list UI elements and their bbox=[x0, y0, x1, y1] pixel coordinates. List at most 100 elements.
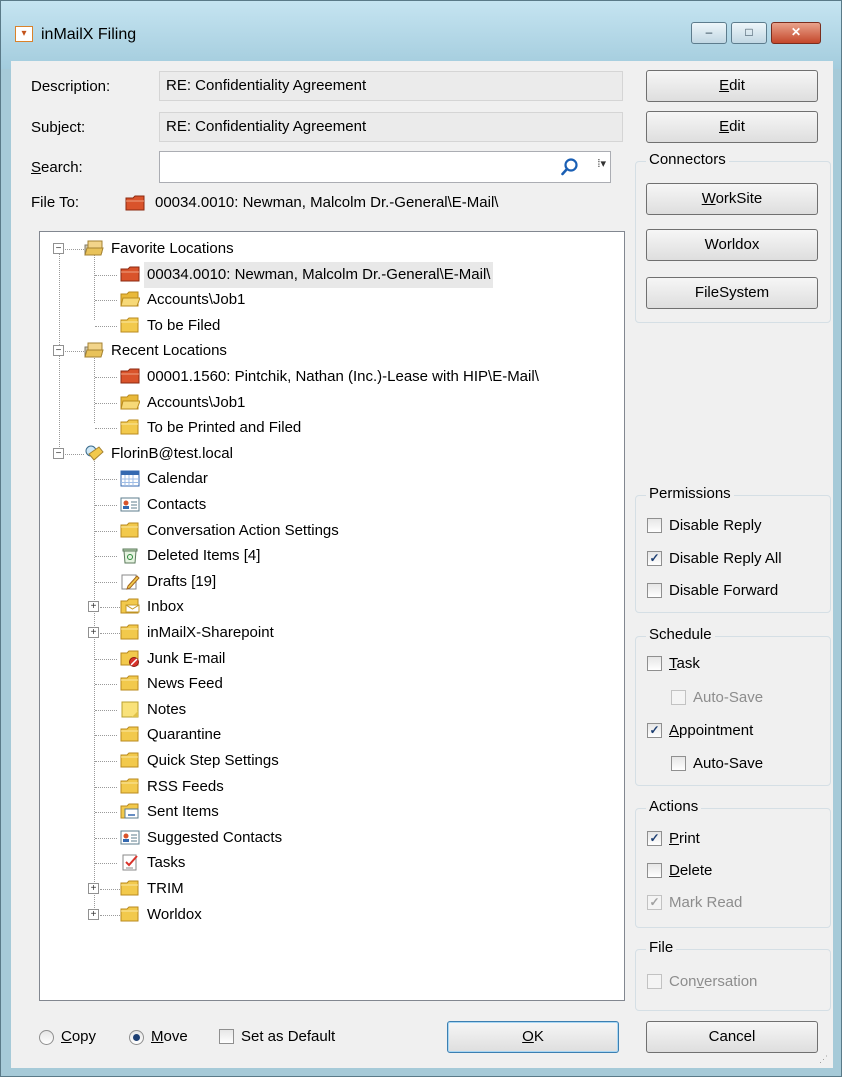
tree-item-inmailx-sharepoint[interactable]: + inMailX-Sharepoint bbox=[40, 620, 620, 646]
tree-item-label: 00034.0010: Newman, Malcolm Dr.-General\… bbox=[144, 261, 494, 288]
tree-item-suggested-contacts[interactable]: Suggested Contacts bbox=[40, 825, 620, 851]
folder-icon bbox=[120, 906, 139, 922]
print-mnemonic: P bbox=[669, 830, 680, 847]
set-as-default-box[interactable] bbox=[219, 1029, 234, 1044]
tree-item-drafts-19[interactable]: Drafts [19] bbox=[40, 569, 620, 595]
cancel-button[interactable]: Cancel bbox=[646, 1021, 818, 1053]
tree-item-junk-e-mail[interactable]: Junk E-mail bbox=[40, 646, 620, 672]
tree-item-to-be-filed[interactable]: To be Filed bbox=[40, 313, 620, 339]
search-options-icon[interactable]: ⁞▾ bbox=[597, 157, 606, 170]
edit-description-button[interactable]: Edit bbox=[646, 70, 818, 102]
maximize-button[interactable]: □ bbox=[731, 22, 767, 44]
conversation-label-pre: Con bbox=[669, 973, 697, 990]
tree-item-label: FlorinB@test.local bbox=[111, 444, 233, 462]
search-input[interactable] bbox=[164, 153, 564, 181]
tree-item-conversation-action-settings[interactable]: Conversation Action Settings bbox=[40, 518, 620, 544]
tree-line bbox=[95, 684, 117, 686]
tree-item-label: Contacts bbox=[147, 496, 207, 513]
search-label: Search: bbox=[31, 159, 83, 176]
folder-tree[interactable]: − Favorite Locations 00034.0010: Newman, M… bbox=[39, 231, 625, 1001]
expand-icon[interactable]: + bbox=[88, 883, 99, 894]
edit-description-label: dit bbox=[729, 77, 745, 94]
expand-icon[interactable]: + bbox=[88, 908, 99, 920]
conversation-box[interactable] bbox=[647, 974, 662, 989]
filesystem-button[interactable]: FileSystem bbox=[646, 277, 818, 309]
appointment-box[interactable]: ✓ bbox=[647, 723, 662, 738]
tree-item-rss-feeds[interactable]: RSS Feeds bbox=[40, 774, 620, 800]
expand-icon[interactable]: + bbox=[88, 601, 99, 613]
tree-item-label: News Feed bbox=[147, 675, 223, 693]
collapse-icon[interactable]: − bbox=[53, 345, 64, 357]
inmailx-filing-window: ▾ inMailX Filing – □ ✕ Description: RE: … bbox=[0, 0, 842, 1077]
tree-line bbox=[95, 530, 117, 532]
tree-item-recent-locations[interactable]: − Recent Locations bbox=[40, 338, 620, 364]
tree-item-accounts-job1[interactable]: Accounts\Job1 bbox=[40, 390, 620, 416]
matter-folder-icon bbox=[120, 266, 140, 282]
task-autosave-label: Auto-Save bbox=[693, 689, 764, 706]
file-group-title: File bbox=[646, 939, 677, 956]
minimize-button[interactable]: – bbox=[691, 22, 727, 44]
calendar-icon bbox=[120, 470, 140, 487]
mark-read-box[interactable]: ✓ bbox=[647, 895, 662, 910]
task-box[interactable] bbox=[647, 656, 662, 671]
tree-line bbox=[95, 402, 117, 404]
expand-icon[interactable]: + bbox=[88, 627, 99, 638]
tree-item-quick-step-settings[interactable]: Quick Step Settings bbox=[40, 748, 620, 774]
description-field[interactable]: RE: Confidentiality Agreement bbox=[159, 71, 623, 101]
search-icon[interactable] bbox=[560, 157, 580, 177]
tree-item-contacts[interactable]: Contacts bbox=[40, 492, 620, 518]
disable-forward-box[interactable] bbox=[647, 583, 662, 598]
schedule-title: Schedule bbox=[646, 626, 715, 643]
edit-subject-button[interactable]: Edit bbox=[646, 111, 818, 143]
tree-item-00001-1560-pintchik-nathan-inc-lease-wit[interactable]: 00001.1560: Pintchik, Nathan (Inc.)-Leas… bbox=[40, 364, 620, 390]
close-button[interactable]: ✕ bbox=[771, 22, 821, 44]
tree-item-00034-0010-newman-malcolm-dr-general-e-m[interactable]: 00034.0010: Newman, Malcolm Dr.-General\… bbox=[40, 261, 620, 288]
tree-item-accounts-job1[interactable]: Accounts\Job1 bbox=[40, 287, 620, 313]
tree-item-deleted-items-4[interactable]: Deleted Items [4] bbox=[40, 543, 620, 569]
appointment-autosave-box[interactable] bbox=[671, 756, 686, 771]
tree-item-news-feed[interactable]: News Feed bbox=[40, 671, 620, 697]
copy-mnemonic: C bbox=[61, 1028, 72, 1045]
copy-radio-button[interactable] bbox=[39, 1030, 54, 1045]
tree-item-florinb-test-local[interactable]: − FlorinB@test.local bbox=[40, 441, 620, 467]
tree-item-label: Calendar bbox=[147, 470, 208, 488]
edit-subject-label: dit bbox=[729, 118, 745, 135]
title-bar[interactable]: ▾ inMailX Filing – □ ✕ bbox=[1, 1, 841, 69]
tree-item-label: inMailX-Sharepoint bbox=[147, 624, 274, 641]
task-autosave-box[interactable] bbox=[671, 690, 686, 705]
disable-reply-box[interactable] bbox=[647, 518, 662, 533]
tree-item-quarantine[interactable]: Quarantine bbox=[40, 722, 620, 748]
deleted-items-icon bbox=[122, 548, 138, 564]
appointment-autosave-label: Auto-Save bbox=[693, 755, 764, 772]
drafts-icon bbox=[121, 574, 140, 590]
tree-item-trim[interactable]: + TRIM bbox=[40, 876, 620, 902]
tree-item-to-be-printed-and-filed[interactable]: To be Printed and Filed bbox=[40, 415, 620, 441]
subject-field[interactable]: RE: Confidentiality Agreement bbox=[159, 112, 623, 142]
tree-item-label: Inbox bbox=[147, 598, 184, 616]
worksite-button[interactable]: WorkSite bbox=[646, 183, 818, 215]
tree-item-tasks[interactable]: Tasks bbox=[40, 850, 620, 876]
resize-grip-icon[interactable]: ⋰ bbox=[819, 1054, 829, 1064]
collapse-icon[interactable]: − bbox=[53, 243, 64, 254]
disable-reply-all-box[interactable]: ✓ bbox=[647, 551, 662, 566]
tree-item-inbox[interactable]: + Inbox bbox=[40, 594, 620, 620]
tree-item-worldox[interactable]: + Worldox bbox=[40, 902, 620, 928]
tree-item-favorite-locations[interactable]: − Favorite Locations bbox=[40, 236, 620, 262]
tree-item-calendar[interactable]: Calendar bbox=[40, 466, 620, 492]
search-label-text: earch: bbox=[41, 159, 83, 176]
folder-icon bbox=[120, 419, 139, 435]
locations-icon bbox=[84, 342, 104, 358]
worldox-button[interactable]: Worldox bbox=[646, 229, 818, 261]
folder-icon bbox=[120, 726, 139, 742]
tree-line bbox=[95, 300, 117, 302]
folder-icon bbox=[120, 624, 139, 640]
conversation-label-rest: ersation bbox=[704, 973, 758, 990]
ok-button[interactable]: OK bbox=[447, 1021, 619, 1053]
move-radio-button[interactable] bbox=[129, 1030, 144, 1045]
print-box[interactable]: ✓ bbox=[647, 831, 662, 846]
folder-icon bbox=[120, 778, 139, 794]
delete-box[interactable] bbox=[647, 863, 662, 878]
tree-item-sent-items[interactable]: Sent Items bbox=[40, 799, 620, 825]
tree-item-notes[interactable]: Notes bbox=[40, 697, 620, 723]
collapse-icon[interactable]: − bbox=[53, 447, 64, 459]
